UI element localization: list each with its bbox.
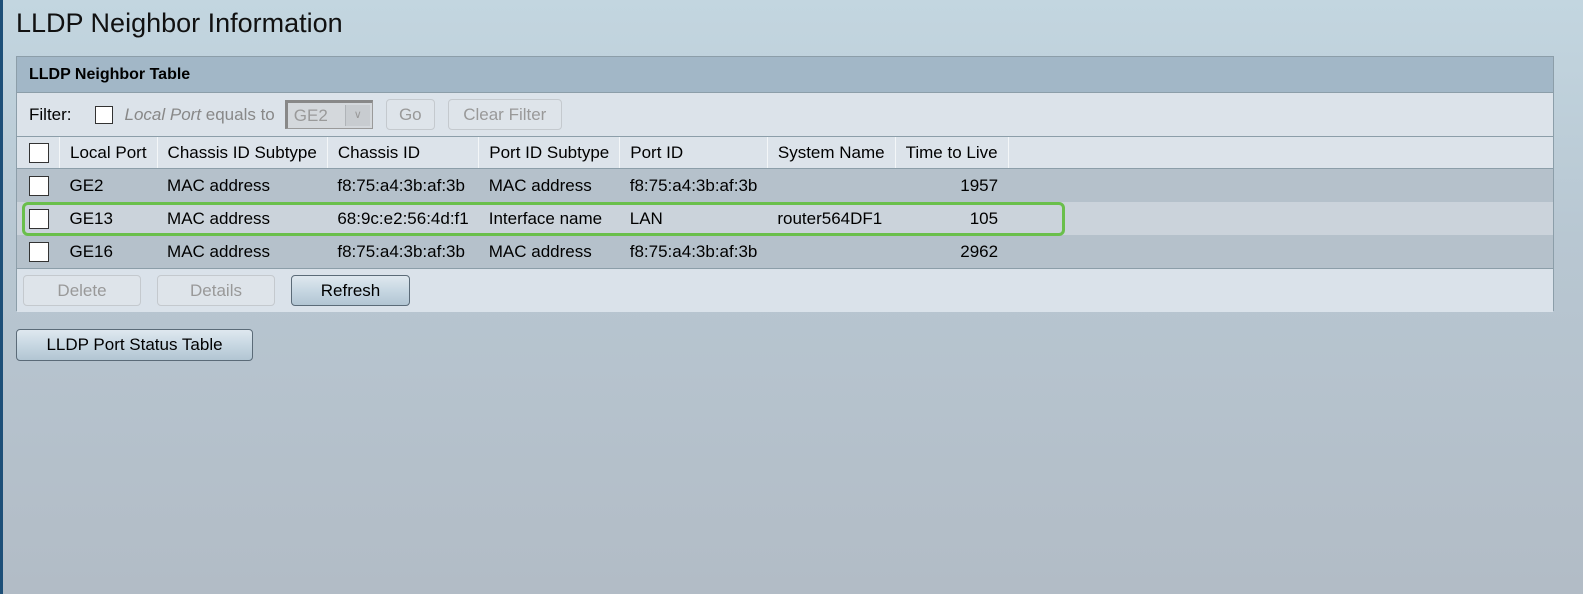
window-edge	[0, 0, 3, 594]
cell-time-to-live: 2962	[895, 235, 1009, 268]
details-button[interactable]: Details	[157, 275, 275, 306]
cell-system-name	[767, 168, 896, 202]
filter-enable-checkbox[interactable]	[94, 105, 113, 124]
cell-chassis-id: 68:9c:e2:56:4d:f1	[327, 202, 479, 235]
column-header-chassis-id-subtype[interactable]: Chassis ID Subtype	[157, 137, 328, 169]
row-checkbox[interactable]	[29, 175, 49, 196]
column-header-system-name[interactable]: System Name	[767, 137, 896, 169]
local-port-select-value: GE2	[293, 105, 328, 125]
filter-description: Local Port equals to	[125, 105, 275, 125]
refresh-button[interactable]: Refresh	[291, 275, 410, 306]
cell-chassis-id: f8:75:a4:3b:af:3b	[327, 168, 479, 202]
column-header-time-to-live[interactable]: Time to Live	[895, 137, 1009, 169]
filter-label: Filter:	[29, 104, 72, 124]
row-filler	[1008, 168, 1553, 202]
cell-port-id-subtype: MAC address	[478, 168, 620, 202]
table-row[interactable]: GE13 MAC address 68:9c:e2:56:4d:f1 Inter…	[17, 202, 1553, 235]
table-row[interactable]: GE2 MAC address f8:75:a4:3b:af:3b MAC ad…	[17, 168, 1553, 202]
cell-port-id: f8:75:a4:3b:af:3b	[619, 168, 768, 202]
row-filler	[1008, 235, 1553, 268]
select-all-checkbox[interactable]	[29, 142, 49, 163]
panel-title: LLDP Neighbor Table	[17, 57, 1553, 93]
cell-chassis-id-subtype: MAC address	[157, 168, 328, 202]
column-header-local-port[interactable]: Local Port	[59, 137, 158, 169]
column-header-port-id-subtype[interactable]: Port ID Subtype	[478, 137, 621, 169]
cell-system-name	[767, 235, 896, 268]
cell-chassis-id-subtype: MAC address	[157, 235, 328, 268]
column-header-port-id[interactable]: Port ID	[619, 137, 768, 169]
lldp-neighbor-table-panel: LLDP Neighbor Table Filter: Local Port e…	[16, 56, 1554, 312]
row-checkbox-cell	[17, 168, 60, 202]
cell-time-to-live: 105	[895, 202, 1009, 235]
row-checkbox-cell	[17, 235, 60, 268]
delete-button[interactable]: Delete	[23, 275, 141, 306]
cell-chassis-id: f8:75:a4:3b:af:3b	[327, 235, 479, 268]
select-all-cell	[17, 137, 60, 169]
go-button[interactable]: Go	[385, 99, 435, 130]
row-checkbox[interactable]	[29, 208, 49, 229]
cell-port-id-subtype: Interface name	[478, 202, 620, 235]
filter-row: Filter: Local Port equals to GE2 ∨ Go Cl…	[17, 93, 1553, 137]
clear-filter-button[interactable]: Clear Filter	[447, 99, 562, 130]
table-actions: Delete Details Refresh	[17, 268, 1553, 312]
cell-port-id-subtype: MAC address	[478, 235, 620, 268]
table-header-row: Local Port Chassis ID Subtype Chassis ID…	[17, 137, 1553, 169]
cell-chassis-id-subtype: MAC address	[157, 202, 328, 235]
cell-time-to-live: 1957	[895, 168, 1009, 202]
chevron-down-icon: ∨	[344, 105, 370, 126]
page-title: LLDP Neighbor Information	[16, 8, 343, 38]
row-checkbox-cell	[17, 202, 60, 235]
filter-field-name: Local Port	[124, 104, 202, 124]
cell-local-port: GE2	[59, 168, 158, 202]
cell-local-port: GE16	[59, 235, 158, 268]
table-row[interactable]: GE16 MAC address f8:75:a4:3b:af:3b MAC a…	[17, 235, 1553, 268]
row-filler	[1008, 202, 1553, 235]
cell-port-id: f8:75:a4:3b:af:3b	[619, 235, 768, 268]
cell-system-name: router564DF1	[767, 202, 896, 235]
cell-port-id: LAN	[619, 202, 768, 235]
row-checkbox[interactable]	[29, 241, 49, 262]
local-port-select[interactable]: GE2 ∨	[284, 100, 373, 129]
lldp-port-status-table-button[interactable]: LLDP Port Status Table	[16, 329, 253, 361]
column-header-chassis-id[interactable]: Chassis ID	[327, 137, 480, 169]
neighbor-table: Local Port Chassis ID Subtype Chassis ID…	[17, 137, 1553, 268]
filter-operator: equals to	[201, 104, 275, 124]
header-filler	[1008, 137, 1553, 169]
cell-local-port: GE13	[59, 202, 158, 235]
